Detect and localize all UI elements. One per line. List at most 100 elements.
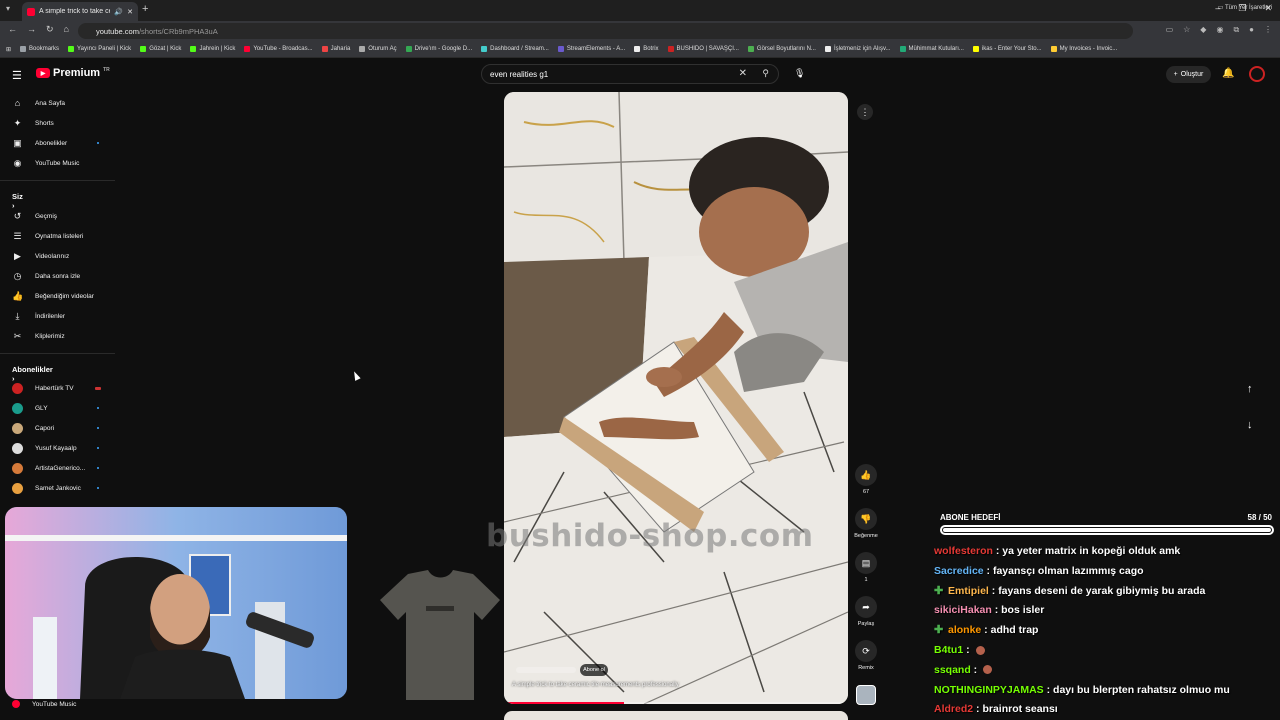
create-button[interactable]: + Oluştur [1166,66,1211,83]
share-icon[interactable]: ➦ [855,596,877,618]
comment-icon[interactable]: ▤ [855,552,877,574]
subscribe-button[interactable]: Abone ol [580,664,608,676]
sidebar-item-subscription[interactable]: Capori [0,419,115,437]
sidebar-item-subscription[interactable]: Habertürk TV [0,379,115,397]
all-bookmarks-folder[interactable]: ▭ Tüm Yer İşaretleri [1218,4,1272,11]
bookmark-star-icon[interactable]: ☆ [1183,25,1190,35]
sidebar-item-you[interactable]: ☰ Oynatma listeleri [0,227,115,245]
tab-close-icon[interactable]: ✕ [127,8,133,16]
bookmark-item[interactable]: StreamElements - A... [557,46,625,52]
like-action[interactable]: 👍 67 [852,464,880,495]
menu-icon[interactable]: ☰ [12,69,22,82]
url-path: /shorts/CRb9mPHA3uA [138,26,218,36]
subscriptions-icon: ▣ [13,137,22,148]
more-options-icon[interactable]: ⋮ [857,104,873,120]
bookmark-item[interactable]: Dashboard / Stream... [481,46,549,52]
live-indicator-icon [95,387,101,390]
channel-avatar [12,382,23,394]
next-short-preview[interactable] [504,711,848,720]
clear-search-icon[interactable]: ✕ [739,68,747,79]
youtube-premium-logo[interactable]: ▶ Premium TR [36,67,110,79]
bookmark-item[interactable]: İşletmeniz için Alışv... [824,46,891,52]
bookmark-item[interactable]: Oturum Aç [359,46,397,52]
chat-emote-icon [975,645,985,655]
bookmark-item[interactable]: Jahrein | Kick [190,46,235,52]
bookmark-item[interactable]: My Invoices - Invoic... [1050,46,1117,52]
notifications-bell-icon[interactable]: 🔔 [1222,68,1234,79]
new-content-dot [97,487,99,489]
install-app-icon[interactable]: ▭ [1166,25,1174,35]
bookmark-item[interactable]: YouTube - Broadcas... [244,46,313,52]
sidebar-divider [0,180,115,181]
like-icon[interactable]: 👍 [855,464,877,486]
previous-short-arrow-icon[interactable]: ↑ [1247,383,1253,395]
sidebar-item-abonelikler[interactable]: ▣ Abonelikler [0,134,115,152]
sidebar-item-you[interactable]: ▶ Videolarınız [0,247,115,265]
sidebar-item-youtube-music-footer[interactable]: YouTube Music [12,700,76,708]
sidebar-item-shorts[interactable]: ✦ Shorts [0,114,115,132]
browser-tab-active[interactable]: A simple trick to take cerar 🔊 ✕ [22,2,138,21]
share-action[interactable]: ➦ Paylaş [852,596,880,627]
remix-action[interactable]: ⟳ Remix [852,640,880,671]
sidebar-item-you[interactable]: 👍 Beğendiğim videolar [0,287,115,305]
bookmark-item[interactable]: BUSHIDO | SAVAŞÇI... [667,46,739,52]
search-query: even realities g1 [490,69,549,79]
bookmark-item[interactable]: Yayıncı Paneli | Kick [68,46,131,52]
sidebar-item-you[interactable]: ↺ Geçmiş [0,207,115,225]
chat-separator: : [963,644,973,656]
bookmark-item[interactable]: Mühimmat Kutuları... [899,46,964,52]
apps-icon[interactable]: ⊞ [6,46,11,53]
bookmark-item[interactable]: Gözat | Kick [140,46,181,52]
bookmark-item[interactable]: Görsel Boyutlarını N... [747,46,816,52]
extension-icon[interactable]: ◉ [1216,25,1223,35]
bookmark-item[interactable]: Drive'ım - Google D... [405,46,472,52]
omnibox[interactable]: youtube.com/shorts/CRb9mPHA3uA [78,23,1133,39]
extensions-puzzle-icon[interactable]: ⧉ [1233,25,1239,35]
search-input[interactable]: even realities g1 ✕ ⚲ [481,64,779,84]
forward-button[interactable]: → [27,24,36,35]
sidebar-item-youtube-music[interactable]: ◉ YouTube Music [0,154,115,172]
voice-search-icon[interactable]: 🎙 [794,68,805,79]
channel-name-placeholder[interactable] [516,667,576,673]
bookmark-favicon-icon [359,46,366,52]
bookmark-item[interactable]: Jaharia [321,46,350,52]
sidebar-item-label: YouTube Music [32,700,77,708]
comments-action[interactable]: ▤ 1 [852,552,880,583]
new-tab-button[interactable]: + [142,3,148,15]
dislike-icon[interactable]: 👎 [855,508,877,530]
shorts-video-player[interactable]: Abone ol A simple trick to take ceramic … [504,92,848,704]
sidebar-item-subscription[interactable]: Yusuf Kayaalp [0,439,115,457]
bookmark-item[interactable]: Botrix [634,46,659,52]
bookmark-item[interactable]: ikas - Enter Your Sto... [972,46,1042,52]
sound-thumbnail[interactable] [856,685,876,705]
home-button[interactable]: ⌂ [64,24,69,35]
dislike-action[interactable]: 👎 Beğenme [852,508,880,539]
back-button[interactable]: ← [8,24,17,35]
tab-search-icon[interactable]: ▾ [6,4,10,13]
bookmark-favicon-icon [824,46,831,52]
sidebar-item-you[interactable]: ⤓ İndirilenler [0,307,115,325]
sidebar-item-ana-sayfa[interactable]: ⌂ Ana Sayfa [0,94,115,112]
bookmark-item[interactable]: Bookmarks [20,46,59,52]
sidebar-item-you[interactable]: ◷ Daha sonra izle [0,267,115,285]
profile-icon[interactable]: ● [1249,25,1254,35]
next-short-arrow-icon[interactable]: ↓ [1247,419,1253,431]
tshirt-overlay-image [380,570,500,700]
search-icon[interactable]: ⚲ [762,68,769,79]
bookmark-label: Oturum Aç [368,46,397,52]
sidebar-item-you[interactable]: ✂ Kliplerimiz [0,327,115,345]
remix-icon[interactable]: ⟳ [855,640,877,662]
youtube-header: ☰ ▶ Premium TR even realities g1 ✕ ⚲ 🎙 +… [0,58,1280,90]
sidebar-item-subscription[interactable]: Samet Jankovic [0,479,115,497]
bookmark-label: ikas - Enter Your Sto... [981,46,1042,52]
browser-menu-icon[interactable]: ⋮ [1264,25,1272,35]
sidebar-item-subscription[interactable]: ArtistaGenerico... [0,459,115,477]
channel-avatar [12,402,23,414]
channel-avatar [12,442,23,454]
reload-button[interactable]: ↻ [46,24,54,35]
sidebar-item-subscription[interactable]: GLY [0,399,115,417]
extension-icon[interactable]: ◆ [1200,25,1206,35]
account-avatar[interactable] [1249,66,1265,82]
video-progress-bar[interactable] [504,702,848,704]
audio-icon[interactable]: 🔊 [114,8,123,16]
